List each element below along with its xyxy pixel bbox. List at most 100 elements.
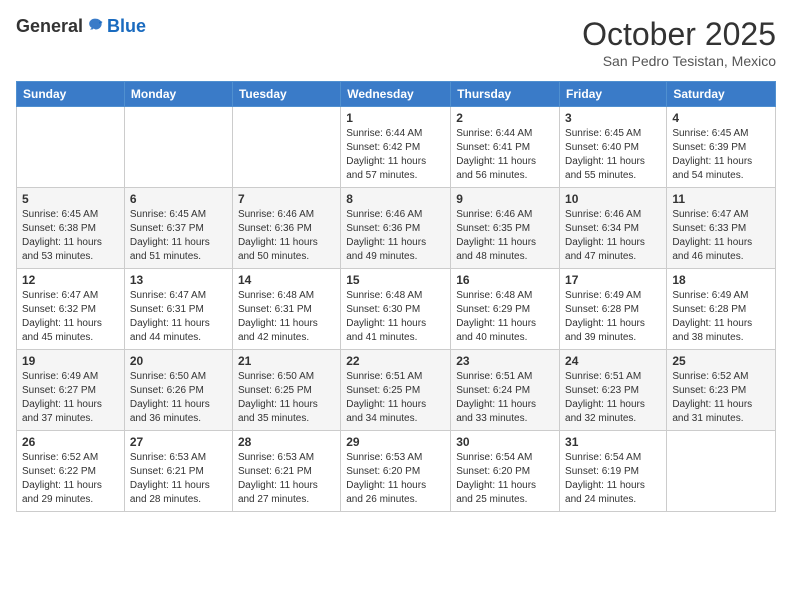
calendar-cell: 31 Sunrise: 6:54 AM Sunset: 6:19 PM Dayli…: [560, 431, 667, 512]
day-info: Sunrise: 6:51 AM Sunset: 6:25 PM Dayligh…: [346, 370, 445, 426]
day-number: 21: [238, 354, 335, 368]
day-number: 14: [238, 273, 335, 287]
calendar-cell: 25 Sunrise: 6:52 AM Sunset: 6:23 PM Dayli…: [667, 350, 776, 431]
day-number: 31: [565, 435, 661, 449]
day-number: 30: [456, 435, 554, 449]
day-info: Sunrise: 6:44 AM Sunset: 6:42 PM Dayligh…: [346, 127, 445, 183]
calendar-cell: 9 Sunrise: 6:46 AM Sunset: 6:35 PM Daylig…: [451, 188, 560, 269]
calendar-cell: 14 Sunrise: 6:48 AM Sunset: 6:31 PM Dayli…: [232, 269, 340, 350]
day-number: 25: [672, 354, 770, 368]
day-info: Sunrise: 6:49 AM Sunset: 6:27 PM Dayligh…: [22, 370, 119, 426]
day-info: Sunrise: 6:54 AM Sunset: 6:19 PM Dayligh…: [565, 451, 661, 507]
day-info: Sunrise: 6:46 AM Sunset: 6:35 PM Dayligh…: [456, 208, 554, 264]
day-info: Sunrise: 6:52 AM Sunset: 6:22 PM Dayligh…: [22, 451, 119, 507]
day-number: 8: [346, 192, 445, 206]
calendar-cell: 28 Sunrise: 6:53 AM Sunset: 6:21 PM Dayli…: [232, 431, 340, 512]
day-number: 18: [672, 273, 770, 287]
calendar-cell: 21 Sunrise: 6:50 AM Sunset: 6:25 PM Dayli…: [232, 350, 340, 431]
calendar-cell: 19 Sunrise: 6:49 AM Sunset: 6:27 PM Dayli…: [17, 350, 125, 431]
day-info: Sunrise: 6:51 AM Sunset: 6:24 PM Dayligh…: [456, 370, 554, 426]
day-info: Sunrise: 6:53 AM Sunset: 6:21 PM Dayligh…: [238, 451, 335, 507]
calendar-cell: 10 Sunrise: 6:46 AM Sunset: 6:34 PM Dayli…: [560, 188, 667, 269]
calendar-cell: 13 Sunrise: 6:47 AM Sunset: 6:31 PM Dayli…: [124, 269, 232, 350]
day-info: Sunrise: 6:48 AM Sunset: 6:30 PM Dayligh…: [346, 289, 445, 345]
page-header: General Blue October 2025 San Pedro Tesi…: [16, 16, 776, 69]
day-info: Sunrise: 6:48 AM Sunset: 6:31 PM Dayligh…: [238, 289, 335, 345]
day-info: Sunrise: 6:48 AM Sunset: 6:29 PM Dayligh…: [456, 289, 554, 345]
day-info: Sunrise: 6:46 AM Sunset: 6:36 PM Dayligh…: [238, 208, 335, 264]
day-info: Sunrise: 6:47 AM Sunset: 6:31 PM Dayligh…: [130, 289, 227, 345]
calendar-cell: 24 Sunrise: 6:51 AM Sunset: 6:23 PM Dayli…: [560, 350, 667, 431]
day-number: 7: [238, 192, 335, 206]
calendar-week-row: 19 Sunrise: 6:49 AM Sunset: 6:27 PM Dayli…: [17, 350, 776, 431]
title-area: October 2025 San Pedro Tesistan, Mexico: [582, 16, 776, 69]
day-number: 16: [456, 273, 554, 287]
calendar-table: SundayMondayTuesdayWednesdayThursdayFrid…: [16, 81, 776, 512]
day-number: 9: [456, 192, 554, 206]
day-info: Sunrise: 6:45 AM Sunset: 6:40 PM Dayligh…: [565, 127, 661, 183]
day-number: 27: [130, 435, 227, 449]
day-info: Sunrise: 6:52 AM Sunset: 6:23 PM Dayligh…: [672, 370, 770, 426]
calendar-cell: 18Sunrise: 6:49 AM Sunset: 6:28 PM Dayli…: [667, 269, 776, 350]
calendar-cell: 20Sunrise: 6:50 AM Sunset: 6:26 PM Dayli…: [124, 350, 232, 431]
day-number: 2: [456, 111, 554, 125]
day-number: 3: [565, 111, 661, 125]
day-number: 24: [565, 354, 661, 368]
day-header-saturday: Saturday: [667, 82, 776, 107]
day-info: Sunrise: 6:51 AM Sunset: 6:23 PM Dayligh…: [565, 370, 661, 426]
month-title: October 2025: [582, 16, 776, 53]
logo-blue-text: Blue: [107, 16, 146, 37]
day-info: Sunrise: 6:53 AM Sunset: 6:20 PM Dayligh…: [346, 451, 445, 507]
calendar-cell: 23 Sunrise: 6:51 AM Sunset: 6:24 PM Dayli…: [451, 350, 560, 431]
calendar-cell: 27 Sunrise: 6:53 AM Sunset: 6:21 PM Dayli…: [124, 431, 232, 512]
calendar-cell: 26 Sunrise: 6:52 AM Sunset: 6:22 PM Dayli…: [17, 431, 125, 512]
calendar-cell: [667, 431, 776, 512]
calendar-cell: 3 Sunrise: 6:45 AM Sunset: 6:40 PM Daylig…: [560, 107, 667, 188]
day-info: Sunrise: 6:50 AM Sunset: 6:25 PM Dayligh…: [238, 370, 335, 426]
day-header-thursday: Thursday: [451, 82, 560, 107]
day-info: Sunrise: 6:53 AM Sunset: 6:21 PM Dayligh…: [130, 451, 227, 507]
day-number: 22: [346, 354, 445, 368]
day-number: 28: [238, 435, 335, 449]
day-info: Sunrise: 6:45 AM Sunset: 6:37 PM Dayligh…: [130, 208, 227, 264]
calendar-cell: 17 Sunrise: 6:49 AM Sunset: 6:28 PM Dayli…: [560, 269, 667, 350]
day-number: 10: [565, 192, 661, 206]
calendar-cell: 30 Sunrise: 6:54 AM Sunset: 6:20 PM Dayli…: [451, 431, 560, 512]
day-info: Sunrise: 6:46 AM Sunset: 6:34 PM Dayligh…: [565, 208, 661, 264]
calendar-cell: 4Sunrise: 6:45 AM Sunset: 6:39 PM Daylig…: [667, 107, 776, 188]
calendar-cell: 11 Sunrise: 6:47 AM Sunset: 6:33 PM Dayli…: [667, 188, 776, 269]
day-info: Sunrise: 6:54 AM Sunset: 6:20 PM Dayligh…: [456, 451, 554, 507]
day-header-monday: Monday: [124, 82, 232, 107]
calendar-header-row: SundayMondayTuesdayWednesdayThursdayFrid…: [17, 82, 776, 107]
day-info: Sunrise: 6:50 AM Sunset: 6:26 PM Dayligh…: [130, 370, 227, 426]
calendar-cell: 2Sunrise: 6:44 AM Sunset: 6:41 PM Daylig…: [451, 107, 560, 188]
logo: General Blue: [16, 16, 146, 37]
calendar-cell: 16 Sunrise: 6:48 AM Sunset: 6:29 PM Dayli…: [451, 269, 560, 350]
calendar-cell: 6 Sunrise: 6:45 AM Sunset: 6:37 PM Daylig…: [124, 188, 232, 269]
location-subtitle: San Pedro Tesistan, Mexico: [582, 53, 776, 69]
calendar-cell: 8Sunrise: 6:46 AM Sunset: 6:36 PM Daylig…: [341, 188, 451, 269]
day-info: Sunrise: 6:45 AM Sunset: 6:38 PM Dayligh…: [22, 208, 119, 264]
day-info: Sunrise: 6:49 AM Sunset: 6:28 PM Dayligh…: [565, 289, 661, 345]
day-info: Sunrise: 6:47 AM Sunset: 6:33 PM Dayligh…: [672, 208, 770, 264]
calendar-cell: 22 Sunrise: 6:51 AM Sunset: 6:25 PM Dayli…: [341, 350, 451, 431]
logo-general-text: General: [16, 16, 83, 37]
day-header-sunday: Sunday: [17, 82, 125, 107]
calendar-cell: 12Sunrise: 6:47 AM Sunset: 6:32 PM Dayli…: [17, 269, 125, 350]
day-number: 1: [346, 111, 445, 125]
day-header-tuesday: Tuesday: [232, 82, 340, 107]
day-number: 11: [672, 192, 770, 206]
day-number: 23: [456, 354, 554, 368]
calendar-week-row: 1 Sunrise: 6:44 AM Sunset: 6:42 PM Daylig…: [17, 107, 776, 188]
day-number: 6: [130, 192, 227, 206]
day-number: 13: [130, 273, 227, 287]
day-header-wednesday: Wednesday: [341, 82, 451, 107]
day-number: 5: [22, 192, 119, 206]
day-number: 4: [672, 111, 770, 125]
calendar-week-row: 26 Sunrise: 6:52 AM Sunset: 6:22 PM Dayli…: [17, 431, 776, 512]
day-number: 17: [565, 273, 661, 287]
calendar-cell: 29Sunrise: 6:53 AM Sunset: 6:20 PM Dayli…: [341, 431, 451, 512]
calendar-cell: 7 Sunrise: 6:46 AM Sunset: 6:36 PM Daylig…: [232, 188, 340, 269]
day-number: 26: [22, 435, 119, 449]
day-number: 19: [22, 354, 119, 368]
